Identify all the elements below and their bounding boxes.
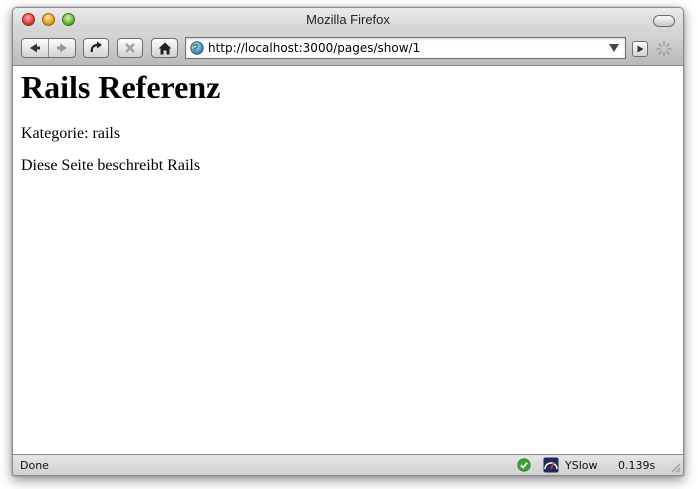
- back-button[interactable]: [22, 39, 48, 57]
- forward-arrow-icon: [57, 43, 67, 53]
- globe-icon: [190, 41, 204, 55]
- go-arrow-icon: [637, 45, 643, 53]
- back-arrow-icon: [30, 43, 40, 53]
- stop-button[interactable]: [117, 38, 143, 58]
- reload-button[interactable]: [83, 38, 109, 58]
- status-bar: Done YSlow 0.139s: [13, 454, 683, 475]
- url-bar[interactable]: http://localhost:3000/pages/show/1: [185, 37, 626, 59]
- window-title: Mozilla Firefox: [306, 12, 390, 27]
- page-content: Rails Referenz Kategorie: rails Diese Se…: [13, 66, 683, 454]
- go-button[interactable]: [632, 41, 648, 57]
- yslow-label[interactable]: YSlow: [565, 459, 597, 472]
- resize-grip-icon[interactable]: [669, 461, 681, 473]
- url-dropdown-icon[interactable]: [609, 44, 619, 52]
- home-button[interactable]: [151, 38, 178, 58]
- stop-icon: [125, 43, 135, 53]
- checkmark-icon[interactable]: [517, 458, 531, 472]
- yslow-gauge-icon[interactable]: [543, 457, 559, 473]
- home-icon: [158, 42, 171, 54]
- description-text: Diese Seite beschreibt Rails: [21, 157, 201, 174]
- back-forward-group: [21, 38, 76, 58]
- reload-icon: [90, 41, 102, 53]
- status-text: Done: [20, 459, 49, 472]
- toolbar-toggle-button[interactable]: [653, 15, 675, 27]
- forward-button[interactable]: [48, 39, 75, 57]
- title-bar[interactable]: Mozilla Firefox: [13, 8, 683, 32]
- category-text: Kategorie: rails: [21, 125, 121, 142]
- yslow-time: 0.139s: [618, 459, 656, 472]
- navigation-toolbar: http://localhost:3000/pages/show/1: [13, 32, 683, 66]
- loading-throbber-icon: [656, 41, 672, 57]
- browser-window: Mozilla Firefox http://localhost:3000/pa…: [12, 7, 684, 476]
- page-title: Rails Referenz: [21, 69, 221, 105]
- url-text[interactable]: http://localhost:3000/pages/show/1: [208, 41, 420, 55]
